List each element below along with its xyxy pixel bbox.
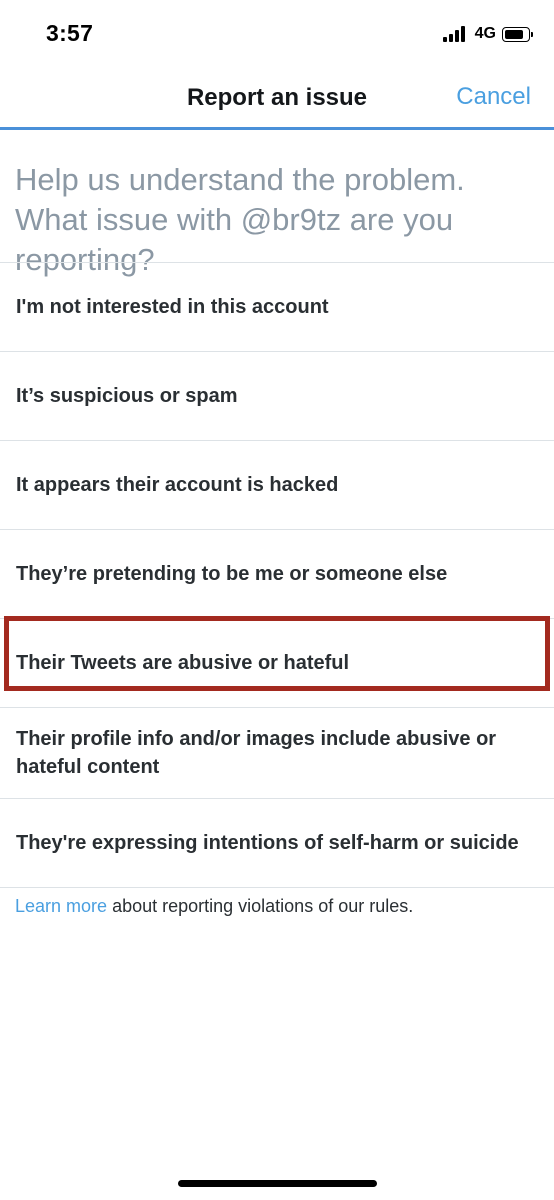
status-indicators: 4G: [442, 23, 533, 45]
option-abusive-tweets[interactable]: Their Tweets are abusive or hateful: [0, 619, 554, 707]
learn-more-link[interactable]: Learn more: [15, 896, 107, 916]
battery-icon: [502, 26, 533, 42]
report-options-list: I'm not interested in this account It’s …: [0, 262, 554, 888]
option-suspicious-spam[interactable]: It’s suspicious or spam: [0, 352, 554, 440]
option-not-interested[interactable]: I'm not interested in this account: [0, 263, 554, 351]
option-self-harm[interactable]: They're expressing intentions of self-ha…: [0, 799, 554, 887]
option-label: They’re pretending to be me or someone e…: [16, 563, 448, 585]
option-label: It appears their account is hacked: [16, 474, 339, 496]
option-abusive-profile[interactable]: Their profile info and/or images include…: [0, 708, 554, 798]
divider: [0, 887, 554, 888]
status-time: 3:57: [46, 20, 94, 46]
option-label: Their profile info and/or images include…: [16, 728, 497, 778]
footer-note: Learn more about reporting violations of…: [15, 896, 545, 917]
network-type: 4G: [474, 25, 496, 42]
option-label: They're expressing intentions of self-ha…: [16, 832, 519, 854]
option-label: I'm not interested in this account: [16, 296, 329, 318]
nav-bar: Report an issue Cancel: [0, 68, 554, 128]
cellular-signal-icon: [442, 26, 467, 42]
option-label: It’s suspicious or spam: [16, 385, 238, 407]
status-bar: 3:57 4G: [0, 0, 554, 68]
footer-text: about reporting violations of our rules.: [107, 896, 414, 916]
option-impersonation[interactable]: They’re pretending to be me or someone e…: [0, 530, 554, 618]
report-issue-screen: 3:57 4G Report an issue Cancel Help us u…: [0, 0, 554, 1200]
home-indicator[interactable]: [178, 1180, 377, 1187]
option-label: Their Tweets are abusive or hateful: [16, 652, 350, 674]
option-account-hacked[interactable]: It appears their account is hacked: [0, 441, 554, 529]
cancel-button[interactable]: Cancel: [456, 83, 531, 111]
nav-divider: [0, 127, 554, 130]
